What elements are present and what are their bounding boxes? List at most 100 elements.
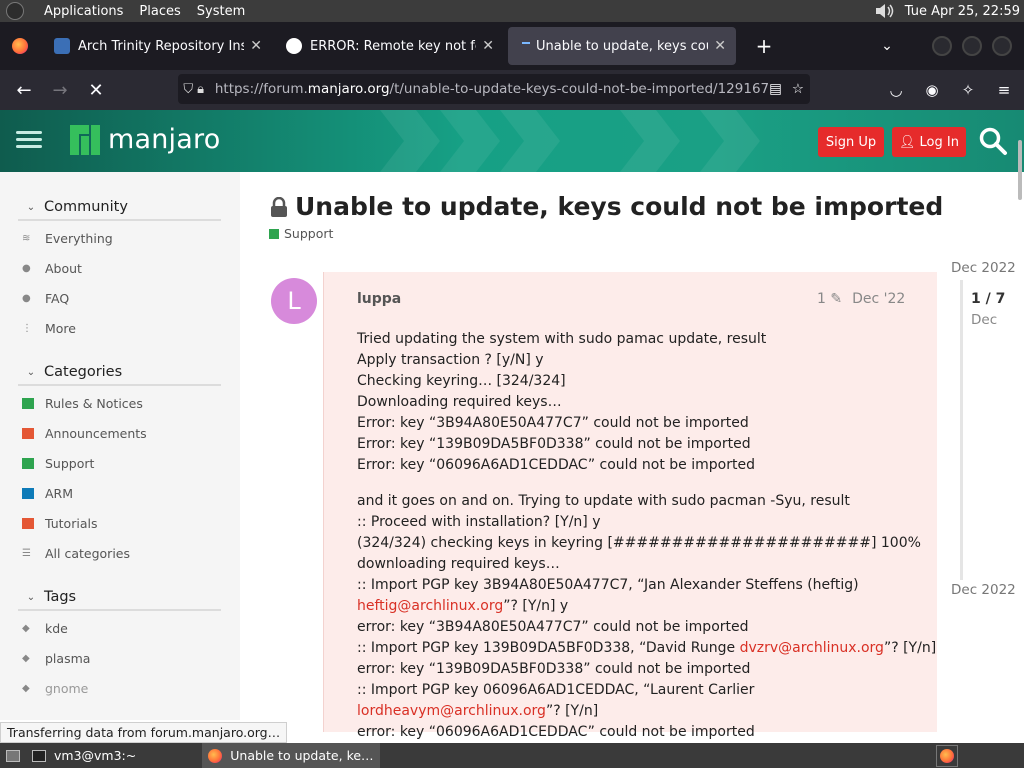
sidebar-item-faq[interactable]: ● FAQ	[22, 288, 69, 308]
taskbar-item-terminal[interactable]: vm3@vm3:~	[26, 743, 142, 768]
sidebar-item-everything[interactable]: ≋ Everything	[22, 228, 113, 248]
post-line: error: key “139B09DA5BF0D338” could not …	[357, 661, 751, 677]
clock[interactable]: Tue Apr 25, 22:59	[905, 4, 1020, 19]
timeline-end-date[interactable]: Dec 2022	[951, 582, 1016, 598]
url-bar[interactable]: ⛉ 🔒︎ https://forum.manjaro.org/t/unable-…	[178, 74, 810, 104]
page-scrollbar[interactable]	[1018, 140, 1022, 200]
tab-github-error[interactable]: ERROR: Remote key not fet ✕	[276, 27, 504, 65]
close-tab-icon[interactable]: ✕	[482, 38, 494, 54]
timeline-position-date: Dec	[971, 312, 998, 328]
maximize-window-button[interactable]	[962, 36, 982, 56]
sidebar-item-label: gnome	[45, 680, 89, 696]
sidebar-item-label: All categories	[45, 545, 130, 561]
timeline-start-date[interactable]: Dec 2022	[951, 260, 1016, 276]
chevron-down-icon: ⌄	[26, 201, 36, 213]
post-line: and it goes on and on. Trying to update …	[357, 493, 850, 509]
show-desktop-button[interactable]	[0, 743, 26, 768]
applications-menu[interactable]: Applications	[44, 4, 123, 19]
avatar[interactable]: L	[271, 278, 317, 324]
hamburger-menu-icon[interactable]	[16, 127, 42, 153]
arch-trinity-icon	[54, 38, 70, 54]
section-title: Categories	[44, 364, 123, 380]
pocket-icon[interactable]: ◡	[878, 74, 914, 106]
places-menu[interactable]: Places	[139, 4, 180, 19]
sidebar-item-label: kde	[45, 620, 68, 636]
topic-title[interactable]: Unable to update, keys could not be impo…	[270, 192, 943, 221]
post-username[interactable]: luppa	[357, 291, 401, 307]
post-line: Error: key “06096A6AD1CEDDAC” could not …	[357, 457, 755, 473]
tab-title: Arch Trinity Repository Insta	[78, 38, 245, 54]
system-logo-icon[interactable]	[6, 2, 24, 20]
sidebar-item-label: FAQ	[45, 290, 70, 306]
timeline-scroll-track[interactable]	[960, 280, 963, 580]
close-window-button[interactable]	[992, 36, 1012, 56]
timeline-position[interactable]: 1 / 7	[971, 291, 1005, 307]
tray-firefox-icon[interactable]	[936, 744, 958, 767]
post-line: :: Import PGP key 06096A6AD1CEDDAC, “Lau…	[357, 682, 755, 698]
url-path: /t/unable-to-update-keys-could-not-be-im…	[389, 81, 770, 97]
system-menu[interactable]: System	[197, 4, 245, 19]
post-text: ”? [Y/n]	[545, 703, 599, 719]
email-link-lordheavym[interactable]: lordheavym@archlinux.org	[357, 703, 546, 719]
sidebar-item-all-categories[interactable]: ☰ All categories	[22, 543, 130, 563]
sidebar-section-categories[interactable]: ⌄ Categories	[18, 360, 221, 386]
bottom-taskbar: vm3@vm3:~ Unable to update, ke…	[0, 743, 1024, 768]
account-icon[interactable]: ◉	[914, 74, 950, 106]
list-all-tabs-icon[interactable]: ⌄	[872, 38, 902, 54]
sidebar-item-tag-kde[interactable]: ◆ kde	[22, 618, 68, 638]
sidebar-item-label: Rules & Notices	[45, 395, 143, 411]
taskbar-item-label: vm3@vm3:~	[54, 748, 137, 763]
sidebar-item-support[interactable]: Support	[22, 453, 94, 473]
tag-icon: ◆	[22, 622, 30, 634]
post-meta: 1 ✎ Dec '22	[817, 291, 905, 307]
email-link-dvzrv[interactable]: dvzrv@archlinux.org	[740, 640, 884, 656]
close-tab-icon[interactable]: ✕	[714, 38, 726, 54]
tag-icon: ◆	[22, 652, 30, 664]
sidebar-section-community[interactable]: ⌄ Community	[18, 195, 221, 221]
sidebar-item-more[interactable]: ⋮ More	[22, 318, 76, 338]
log-in-button[interactable]: 👤︎ Log In	[892, 127, 966, 157]
category-badge[interactable]: Support	[269, 226, 333, 241]
edit-history[interactable]: 1 ✎	[817, 291, 842, 307]
reader-view-icon[interactable]: ▤	[769, 81, 782, 97]
lock-icon[interactable]: 🔒︎	[194, 82, 206, 97]
category-color-icon	[269, 228, 279, 239]
post-line: :: Import PGP key 139B09DA5BF0D338, “Dav…	[357, 638, 936, 659]
tab-unable-to-update[interactable]: Unable to update, keys coul ✕	[508, 27, 736, 65]
sidebar-item-announcements[interactable]: Announcements	[22, 423, 147, 443]
new-tab-button[interactable]: +	[752, 34, 776, 58]
tracking-protection-icon[interactable]: ⛉	[182, 82, 194, 97]
extensions-icon[interactable]: ✧	[950, 74, 986, 106]
sidebar-item-tag-plasma[interactable]: ◆ plasma	[22, 648, 90, 668]
section-title: Tags	[44, 589, 77, 605]
pencil-icon: ✎	[830, 291, 843, 307]
sign-up-button[interactable]: Sign Up	[818, 127, 884, 157]
app-menu-icon[interactable]: ≡	[986, 74, 1022, 106]
post-date[interactable]: Dec '22	[852, 291, 905, 307]
firefox-icon	[940, 748, 954, 763]
sidebar-item-tutorials[interactable]: Tutorials	[22, 513, 97, 533]
sidebar-item-label: Announcements	[45, 425, 147, 441]
close-tab-icon[interactable]: ✕	[250, 38, 262, 54]
url-text[interactable]: https://forum.manjaro.org/t/unable-to-up…	[215, 81, 769, 97]
forward-button[interactable]: →	[42, 74, 78, 106]
email-link-heftig[interactable]: heftig@archlinux.org	[357, 598, 503, 614]
site-header: manjaro Sign Up 👤︎ Log In	[0, 110, 1024, 172]
sidebar-section-tags[interactable]: ⌄ Tags	[18, 585, 221, 611]
tab-title: ERROR: Remote key not fet	[310, 38, 477, 54]
sidebar-item-rules-notices[interactable]: Rules & Notices	[22, 393, 143, 413]
browser-tab-bar: Arch Trinity Repository Insta ✕ ERROR: R…	[0, 22, 1024, 70]
site-logo[interactable]: manjaro	[70, 124, 220, 155]
minimize-window-button[interactable]	[932, 36, 952, 56]
search-icon[interactable]	[978, 126, 1008, 156]
stop-loading-button[interactable]: ✕	[78, 74, 114, 106]
back-button[interactable]: ←	[6, 74, 42, 106]
sidebar-item-tag-gnome[interactable]: ◆ gnome	[22, 678, 88, 698]
sidebar-item-about[interactable]: ● About	[22, 258, 82, 278]
sidebar-item-arm[interactable]: ARM	[22, 483, 73, 503]
taskbar-item-firefox[interactable]: Unable to update, ke…	[202, 743, 380, 768]
bookmark-star-icon[interactable]: ☆	[792, 81, 804, 97]
tab-arch-trinity[interactable]: Arch Trinity Repository Insta ✕	[44, 27, 272, 65]
volume-icon[interactable]	[873, 3, 895, 19]
firefox-menu-button[interactable]	[0, 22, 40, 70]
